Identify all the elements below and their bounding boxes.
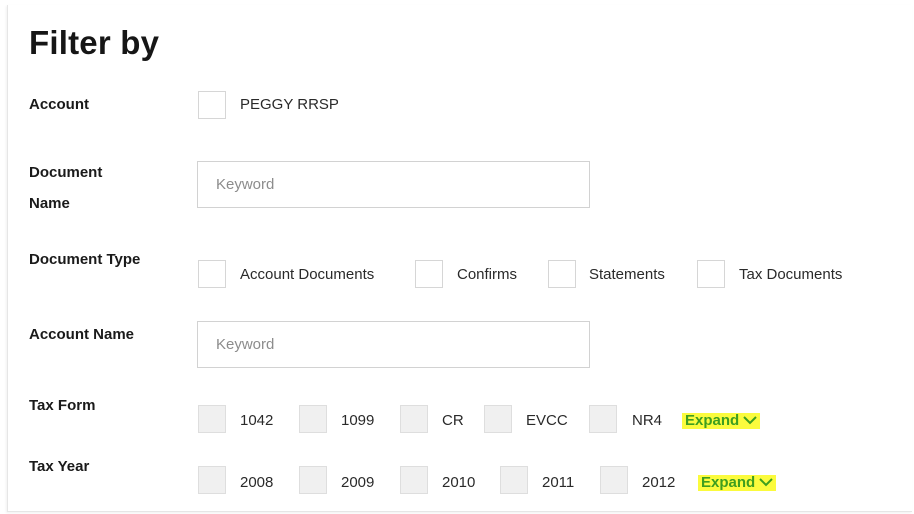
option-statements: Statements xyxy=(589,266,665,283)
checkbox-2009[interactable] xyxy=(299,466,327,494)
tax-year-expand-label: Expand xyxy=(701,474,756,491)
checkbox-nr4[interactable] xyxy=(589,405,617,433)
tax-form-expand-button[interactable]: Expand xyxy=(682,412,761,429)
document-name-label-line1: Document xyxy=(29,164,103,181)
option-2009: 2009 xyxy=(341,474,375,491)
tax-form-expand-label: Expand xyxy=(685,412,740,429)
option-account-documents: Account Documents xyxy=(240,266,375,283)
document-type-label: Document Type xyxy=(29,251,141,268)
chevron-down-icon xyxy=(759,475,773,491)
tax-year-label: Tax Year xyxy=(29,458,90,475)
checkbox-1042[interactable] xyxy=(198,405,226,433)
option-2010: 2010 xyxy=(442,474,476,491)
option-2012: 2012 xyxy=(642,474,676,491)
checkbox-peggy-rrsp[interactable] xyxy=(198,91,226,119)
option-1042: 1042 xyxy=(240,412,274,429)
tax-form-label: Tax Form xyxy=(29,397,96,414)
chevron-down-icon xyxy=(743,413,757,429)
checkbox-confirms[interactable] xyxy=(415,260,443,288)
checkbox-cr[interactable] xyxy=(400,405,428,433)
tax-year-expand-button[interactable]: Expand xyxy=(698,474,777,491)
document-name-input[interactable] xyxy=(197,161,590,208)
checkbox-tax-documents[interactable] xyxy=(697,260,725,288)
option-nr4: NR4 xyxy=(632,412,663,429)
filter-title: Filter by xyxy=(29,24,160,61)
option-2008: 2008 xyxy=(240,474,274,491)
account-name-input[interactable] xyxy=(197,321,590,368)
checkbox-statements[interactable] xyxy=(548,260,576,288)
checkbox-2011[interactable] xyxy=(500,466,528,494)
option-2011: 2011 xyxy=(542,474,575,491)
document-name-label-line2: Name xyxy=(29,195,70,212)
option-cr: CR xyxy=(442,412,464,429)
checkbox-2010[interactable] xyxy=(400,466,428,494)
filter-panel xyxy=(7,5,912,512)
option-peggy-rrsp: PEGGY RRSP xyxy=(240,96,339,113)
option-1099: 1099 xyxy=(341,412,375,429)
checkbox-2012[interactable] xyxy=(600,466,628,494)
option-evcc: EVCC xyxy=(526,412,568,429)
checkbox-1099[interactable] xyxy=(299,405,327,433)
account-name-label: Account Name xyxy=(29,326,135,343)
checkbox-account-documents[interactable] xyxy=(198,260,226,288)
option-tax-documents: Tax Documents xyxy=(739,266,843,283)
checkbox-2008[interactable] xyxy=(198,466,226,494)
checkbox-evcc[interactable] xyxy=(484,405,512,433)
option-confirms: Confirms xyxy=(457,266,518,283)
account-label: Account xyxy=(29,96,89,113)
